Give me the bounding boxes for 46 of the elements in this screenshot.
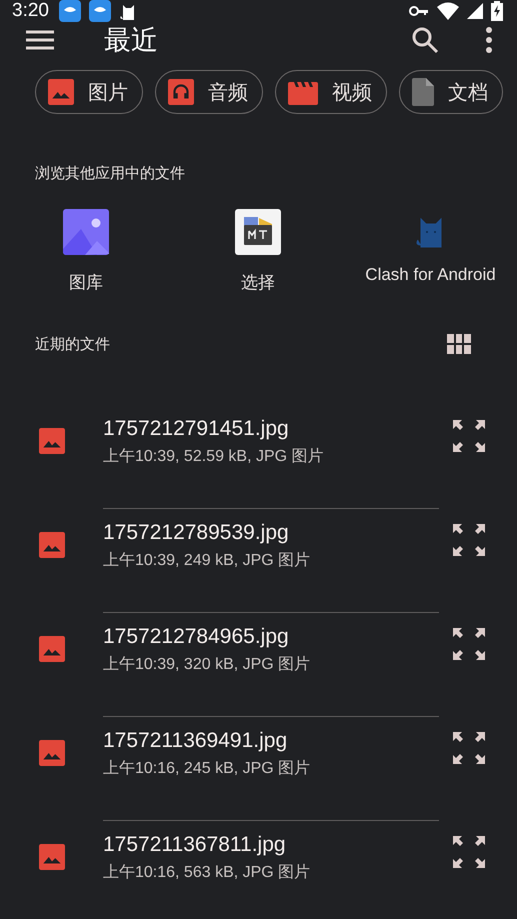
folder-app-icon <box>235 209 281 255</box>
app-shortcut[interactable]: 图库 <box>0 209 172 294</box>
image-icon <box>38 636 64 662</box>
file-name: 1757211369491.jpg <box>103 729 288 753</box>
filter-chip[interactable]: 视频 <box>275 70 387 114</box>
app-shortcut[interactable]: Clash for Android <box>344 209 517 294</box>
headphones-icon <box>168 79 194 105</box>
file-details: 上午10:16, 563 kB, JPG 图片 <box>103 862 312 883</box>
document-icon <box>412 78 434 106</box>
wifi-icon <box>437 2 459 20</box>
expand-icon <box>451 626 487 662</box>
page-title: 最近 <box>104 24 159 57</box>
signal-icon <box>467 3 483 19</box>
image-icon <box>48 79 74 105</box>
grid-view-button[interactable] <box>447 334 471 354</box>
file-name: 1757212789539.jpg <box>103 521 290 545</box>
image-icon <box>38 740 64 766</box>
file-name: 1757211367811.jpg <box>103 833 287 857</box>
status-time: 3:20 <box>12 0 49 22</box>
app-shortcut[interactable]: 选择 <box>172 209 344 294</box>
menu-button[interactable] <box>26 30 54 50</box>
filter-chip[interactable]: 音频 <box>155 70 263 114</box>
file-details: 上午10:39, 320 kB, JPG 图片 <box>103 654 312 675</box>
key-icon <box>409 5 429 17</box>
expand-icon <box>451 834 487 870</box>
filter-chip[interactable]: 文档 <box>399 70 503 114</box>
search-button[interactable] <box>411 26 439 54</box>
file-name: 1757212791451.jpg <box>103 417 290 441</box>
expand-icon <box>451 730 487 766</box>
filter-chip[interactable]: 图片 <box>35 70 143 114</box>
app-icon <box>58 0 81 22</box>
image-icon <box>38 428 64 454</box>
file-name: 1757212784965.jpg <box>103 625 290 649</box>
file-details: 上午10:16, 245 kB, JPG 图片 <box>103 758 312 779</box>
file-details: 上午10:39, 249 kB, JPG 图片 <box>103 550 312 571</box>
more-options-button[interactable] <box>485 27 493 53</box>
gallery-icon <box>63 209 109 255</box>
section-heading: 浏览其他应用中的文件 <box>35 165 185 182</box>
section-heading: 近期的文件 <box>35 334 110 354</box>
file-details: 上午10:39, 52.59 kB, JPG 图片 <box>103 446 325 467</box>
image-icon <box>38 844 64 870</box>
clapperboard-icon <box>288 79 318 105</box>
image-icon <box>38 532 64 558</box>
expand-icon <box>451 418 487 454</box>
expand-icon <box>451 522 487 558</box>
app-icon <box>88 0 111 22</box>
